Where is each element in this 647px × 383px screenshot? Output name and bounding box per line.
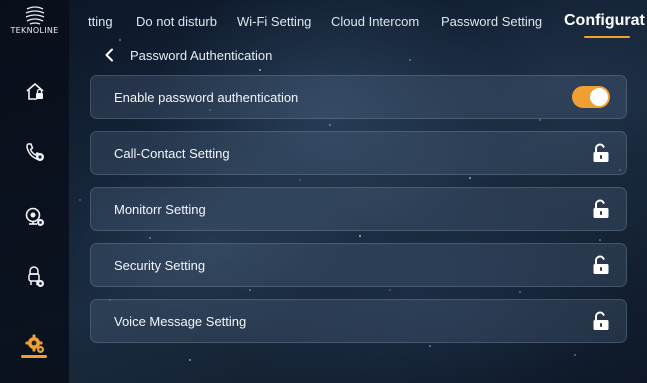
sidebar-item-security[interactable] [0,255,69,299]
toggle-knob [590,88,608,106]
unlock-icon[interactable] [592,311,610,331]
home-lock-icon [25,83,44,100]
unlock-icon[interactable] [592,199,610,219]
enable-password-auth-row[interactable]: Enable password authentication [90,75,627,119]
unlock-icon[interactable] [592,255,610,275]
active-tab-underline [584,36,630,38]
tab-password-setting[interactable]: Password Setting [441,14,542,29]
chevron-left-icon [105,48,113,62]
security-setting-row[interactable]: Security Setting [90,243,627,287]
security-setting-label: Security Setting [114,257,206,273]
enable-password-auth-toggle[interactable] [572,86,610,108]
logo-globe-icon [25,6,44,25]
tab-cloud-intercom[interactable]: Cloud Intercom [331,14,419,29]
monitor-setting-row[interactable]: Monitorr Setting [90,187,627,231]
voice-message-setting-row[interactable]: Voice Message Setting [90,299,627,343]
sidebar-item-monitor[interactable] [0,195,69,239]
sidebar-active-indicator [21,355,47,358]
back-button[interactable] [104,46,122,64]
tab-wifi-setting[interactable]: Wi-Fi Setting [237,14,311,29]
settings-gear-icon [25,334,44,353]
breadcrumb: Password Authentication [104,46,272,64]
top-tab-bar: tting Do not disturb Wi-Fi Setting Cloud… [69,0,647,44]
call-contact-setting-row[interactable]: Call-Contact Setting [90,131,627,175]
tab-do-not-disturb[interactable]: Do not disturb [136,14,217,29]
sidebar-item-call[interactable] [0,130,69,174]
sidebar: TEKNOLINE [0,0,69,383]
brand-logo: TEKNOLINE [0,4,69,35]
sidebar-item-home[interactable] [0,70,69,114]
unlock-icon[interactable] [592,143,610,163]
voice-message-setting-label: Voice Message Setting [114,313,247,329]
sidebar-item-settings[interactable] [0,322,69,366]
monitor-camera-icon [25,207,44,226]
tab-partial-setting[interactable]: tting [88,14,113,29]
phone-contact-icon [25,143,44,161]
tab-configuration[interactable]: Configurat [564,12,645,30]
enable-password-auth-label: Enable password authentication [114,89,299,105]
logo-text: TEKNOLINE [10,26,59,35]
page-title: Password Authentication [130,47,273,63]
monitor-setting-label: Monitorr Setting [114,201,206,217]
security-guard-icon [27,266,44,287]
call-contact-setting-label: Call-Contact Setting [114,145,230,161]
